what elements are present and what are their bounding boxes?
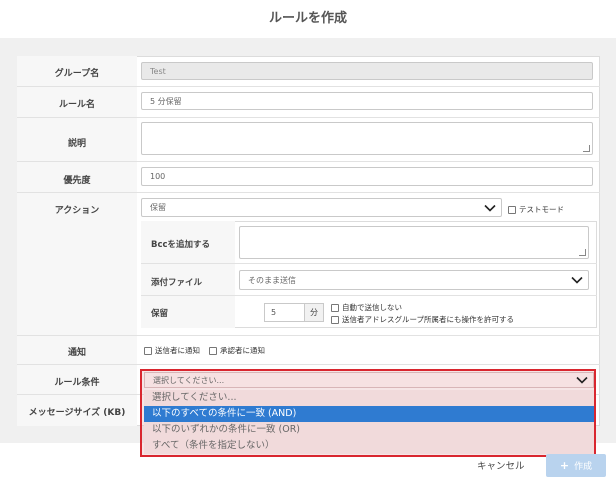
checkbox-icon <box>209 346 217 355</box>
hold-label: 保留 <box>151 309 169 319</box>
test-mode-label: テストモード <box>519 205 564 214</box>
group-field: Test <box>141 62 593 80</box>
rule-name-label: ルール名 <box>58 100 95 110</box>
row-separator <box>17 86 600 87</box>
attachment-label: 添付ファイル <box>151 278 203 288</box>
message-size-label: メッセージサイズ (KB) <box>28 408 126 418</box>
attachment-select[interactable]: そのまま送信 <box>239 270 589 290</box>
row-separator <box>17 192 600 193</box>
row-separator <box>17 364 600 365</box>
row-separator <box>17 117 600 118</box>
permit-label: 送信者アドレスグループ所属者にも操作を許可する <box>342 315 515 324</box>
action-select[interactable]: 保留 <box>141 198 502 217</box>
notify-sender-label: 送信者に通知 <box>155 346 200 355</box>
notify-sender-checkbox[interactable]: 送信者に通知 <box>144 345 200 356</box>
action-label: アクション <box>54 206 100 216</box>
row-separator <box>17 335 600 336</box>
chevron-down-icon <box>483 201 497 215</box>
notify-approver-checkbox[interactable]: 承認者に通知 <box>209 345 265 356</box>
resize-handle-icon[interactable] <box>583 145 590 152</box>
plus-icon: + <box>559 459 570 472</box>
cancel-button[interactable]: キャンセル <box>477 456 525 474</box>
notify-label: 通知 <box>67 348 86 358</box>
rule-name-input[interactable]: 5 分保留 <box>141 92 593 110</box>
sub-separator <box>141 295 597 296</box>
rule-condition-select[interactable]: 選択してください... <box>144 372 594 388</box>
permit-checkbox[interactable]: 送信者アドレスグループ所属者にも操作を許可する <box>331 314 514 325</box>
hold-value[interactable]: 5 <box>264 303 304 322</box>
sub-separator <box>141 263 597 264</box>
create-label: 作成 <box>574 462 593 472</box>
test-mode-checkbox[interactable]: テストモード <box>508 204 564 215</box>
bcc-textarea[interactable] <box>239 226 589 259</box>
checkbox-icon <box>144 346 152 355</box>
dropdown-option[interactable]: 以下のいずれかの条件に一致 (OR) <box>144 422 594 438</box>
checkbox-icon <box>508 205 516 214</box>
attachment-selected: そのまま送信 <box>248 275 296 285</box>
description-label: 説明 <box>67 139 86 149</box>
dropdown-option[interactable]: 選択してください... <box>144 390 594 406</box>
dropdown-option[interactable]: すべて（条件を指定しない） <box>144 438 594 454</box>
group-value: Test <box>150 66 166 76</box>
priority-input[interactable]: 100 <box>141 167 593 186</box>
notify-approver-label: 承認者に通知 <box>220 346 265 355</box>
checkbox-icon <box>331 303 339 312</box>
row-separator <box>17 161 600 162</box>
resize-handle-icon[interactable] <box>579 249 586 256</box>
rule-condition-label: ルール条件 <box>54 378 100 388</box>
priority-label: 優先度 <box>63 176 91 186</box>
label-column <box>17 56 137 426</box>
create-button[interactable]: + 作成 <box>546 454 606 477</box>
action-selected: 保留 <box>150 203 166 212</box>
rule-name-value: 5 分保留 <box>150 96 182 106</box>
rule-condition-options: 選択してください... 以下のすべての条件に一致 (AND) 以下のいずれかの条… <box>144 390 594 454</box>
auto-send-label: 自動で送信しない <box>342 303 402 312</box>
group-label: グループ名 <box>54 69 100 79</box>
rule-condition-placeholder: 選択してください... <box>153 375 225 385</box>
chevron-down-icon <box>570 273 584 287</box>
bcc-label: Bccを追加する <box>151 240 211 250</box>
dropdown-option-selected[interactable]: 以下のすべての条件に一致 (AND) <box>144 406 594 422</box>
modal-title: ルールを作成 <box>268 11 347 26</box>
priority-value: 100 <box>150 172 166 181</box>
hold-duration-input[interactable]: 5 分 <box>264 303 324 322</box>
checkbox-icon <box>331 315 339 324</box>
hold-unit: 分 <box>304 303 324 322</box>
auto-send-checkbox[interactable]: 自動で送信しない <box>331 302 402 313</box>
chevron-down-icon <box>575 373 589 387</box>
description-textarea[interactable] <box>141 122 593 155</box>
